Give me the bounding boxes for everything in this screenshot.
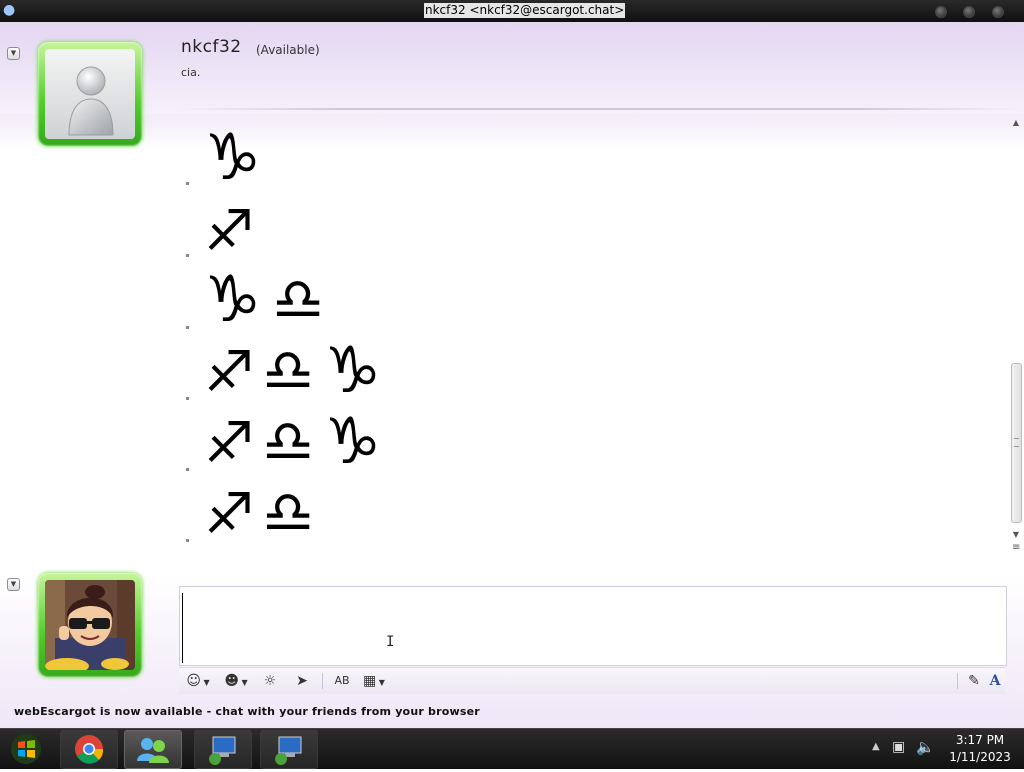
clock-date: 1/11/2023	[949, 750, 1011, 764]
toolbar-separator	[957, 673, 958, 689]
taskbar: ▲ ▣ 🔈 3:17 PM 1/11/2023	[0, 728, 1024, 769]
message-bullet	[186, 326, 189, 329]
libra-symbol: ♎	[272, 265, 324, 333]
taskbar-messenger[interactable]	[124, 730, 182, 769]
self-avatar-frame[interactable]	[38, 573, 142, 677]
volume-icon[interactable]: 🔈	[916, 738, 935, 756]
computer-icon	[209, 736, 236, 765]
message-bullet	[186, 539, 189, 542]
message-history[interactable]: ♑ ♐ ♑ ♎ ♐ ♎ ♑ ♐ ♎ ♑ ♐ ♎	[180, 126, 1010, 572]
message-input[interactable]: I	[179, 586, 1007, 666]
capricorn-symbol: ♑	[204, 263, 262, 337]
capricorn-symbol: ♑	[324, 334, 382, 408]
smiley-icon[interactable]: ☺ ▼	[183, 671, 213, 691]
message-bullet	[186, 182, 189, 185]
chrome-icon	[75, 735, 104, 764]
text-format-button[interactable]: A	[985, 671, 1005, 691]
contact-name: nkcf32	[181, 37, 242, 57]
sagittarius-symbol: ♐	[204, 482, 255, 547]
libra-symbol: ♎	[262, 407, 314, 475]
contact-status: (Available)	[256, 43, 320, 57]
taskbar-clock[interactable]: 3:17 PM 1/11/2023	[940, 732, 1020, 766]
scroll-thumb[interactable]	[1011, 363, 1022, 523]
sagittarius-symbol: ♐	[204, 340, 255, 405]
title-bar: ● nkcf32 <nkcf32@escargot.chat>	[0, 0, 1024, 22]
message-bullet	[186, 397, 189, 400]
conversation-window: ▼ nkcf32 (Available) cia. ♑ ♐ ♑ ♎ ♐ ♎ ♑ …	[0, 22, 1024, 728]
handwriting-icon[interactable]: ✎	[963, 671, 985, 691]
capricorn-symbol: ♑	[204, 121, 262, 195]
header-divider	[180, 108, 1022, 110]
sagittarius-symbol: ♐	[204, 199, 255, 264]
message-bullet	[186, 254, 189, 257]
taskbar-window-1[interactable]	[194, 730, 252, 769]
ibeam-cursor-icon: I	[386, 634, 395, 650]
contact-avatar-frame[interactable]	[38, 42, 142, 146]
scroll-to-end-icon[interactable]: ≡	[1012, 542, 1020, 553]
maximize-button[interactable]	[963, 6, 975, 18]
show-hidden-icons-icon[interactable]: ▲	[872, 741, 880, 752]
wink-icon[interactable]: ☻ ▼	[221, 671, 251, 691]
taskbar-chrome[interactable]	[60, 730, 118, 769]
libra-symbol: ♎	[262, 478, 314, 546]
close-button[interactable]	[992, 6, 1004, 18]
font-icon[interactable]: AB	[331, 671, 353, 691]
capricorn-symbol: ♑	[324, 405, 382, 479]
scroll-down-icon[interactable]: ▼	[1010, 530, 1022, 540]
window-title: nkcf32 <nkcf32@escargot.chat>	[424, 3, 626, 18]
toolbar-separator	[322, 673, 323, 689]
messenger-icon[interactable]: ●	[3, 2, 19, 18]
message-scrollbar[interactable]: ▲ ▼	[1010, 118, 1022, 550]
start-button[interactable]	[8, 732, 44, 766]
contact-header	[0, 22, 1024, 114]
input-toolbar: ☺ ▼ ☻ ▼ ☼ ➤ AB ▦ ▼ ✎ A	[179, 667, 1005, 694]
collapse-self-button[interactable]: ▼	[7, 578, 20, 591]
network-icon[interactable]: ▣	[892, 739, 905, 755]
text-caret	[182, 593, 183, 663]
self-avatar	[45, 580, 135, 670]
status-bar-message[interactable]: webEscargot is now available - chat with…	[14, 705, 480, 718]
computer-icon	[275, 736, 302, 765]
sagittarius-symbol: ♐	[204, 411, 255, 476]
scroll-grip-icon	[1014, 438, 1019, 447]
nudge-icon[interactable]: ➤	[291, 671, 313, 691]
contact-avatar	[45, 49, 135, 139]
voice-clip-icon[interactable]: ☼	[259, 671, 281, 691]
background-icon[interactable]: ▦ ▼	[359, 671, 389, 691]
scroll-up-icon[interactable]: ▲	[1010, 118, 1022, 128]
message-bullet	[186, 468, 189, 471]
libra-symbol: ♎	[262, 336, 314, 404]
messenger-icon	[137, 738, 169, 763]
clock-time: 3:17 PM	[955, 733, 1005, 747]
contact-personal-message: cia.	[181, 66, 201, 79]
collapse-contact-button[interactable]: ▼	[7, 47, 20, 60]
taskbar-window-2[interactable]	[260, 730, 318, 769]
minimize-button[interactable]	[935, 6, 947, 18]
